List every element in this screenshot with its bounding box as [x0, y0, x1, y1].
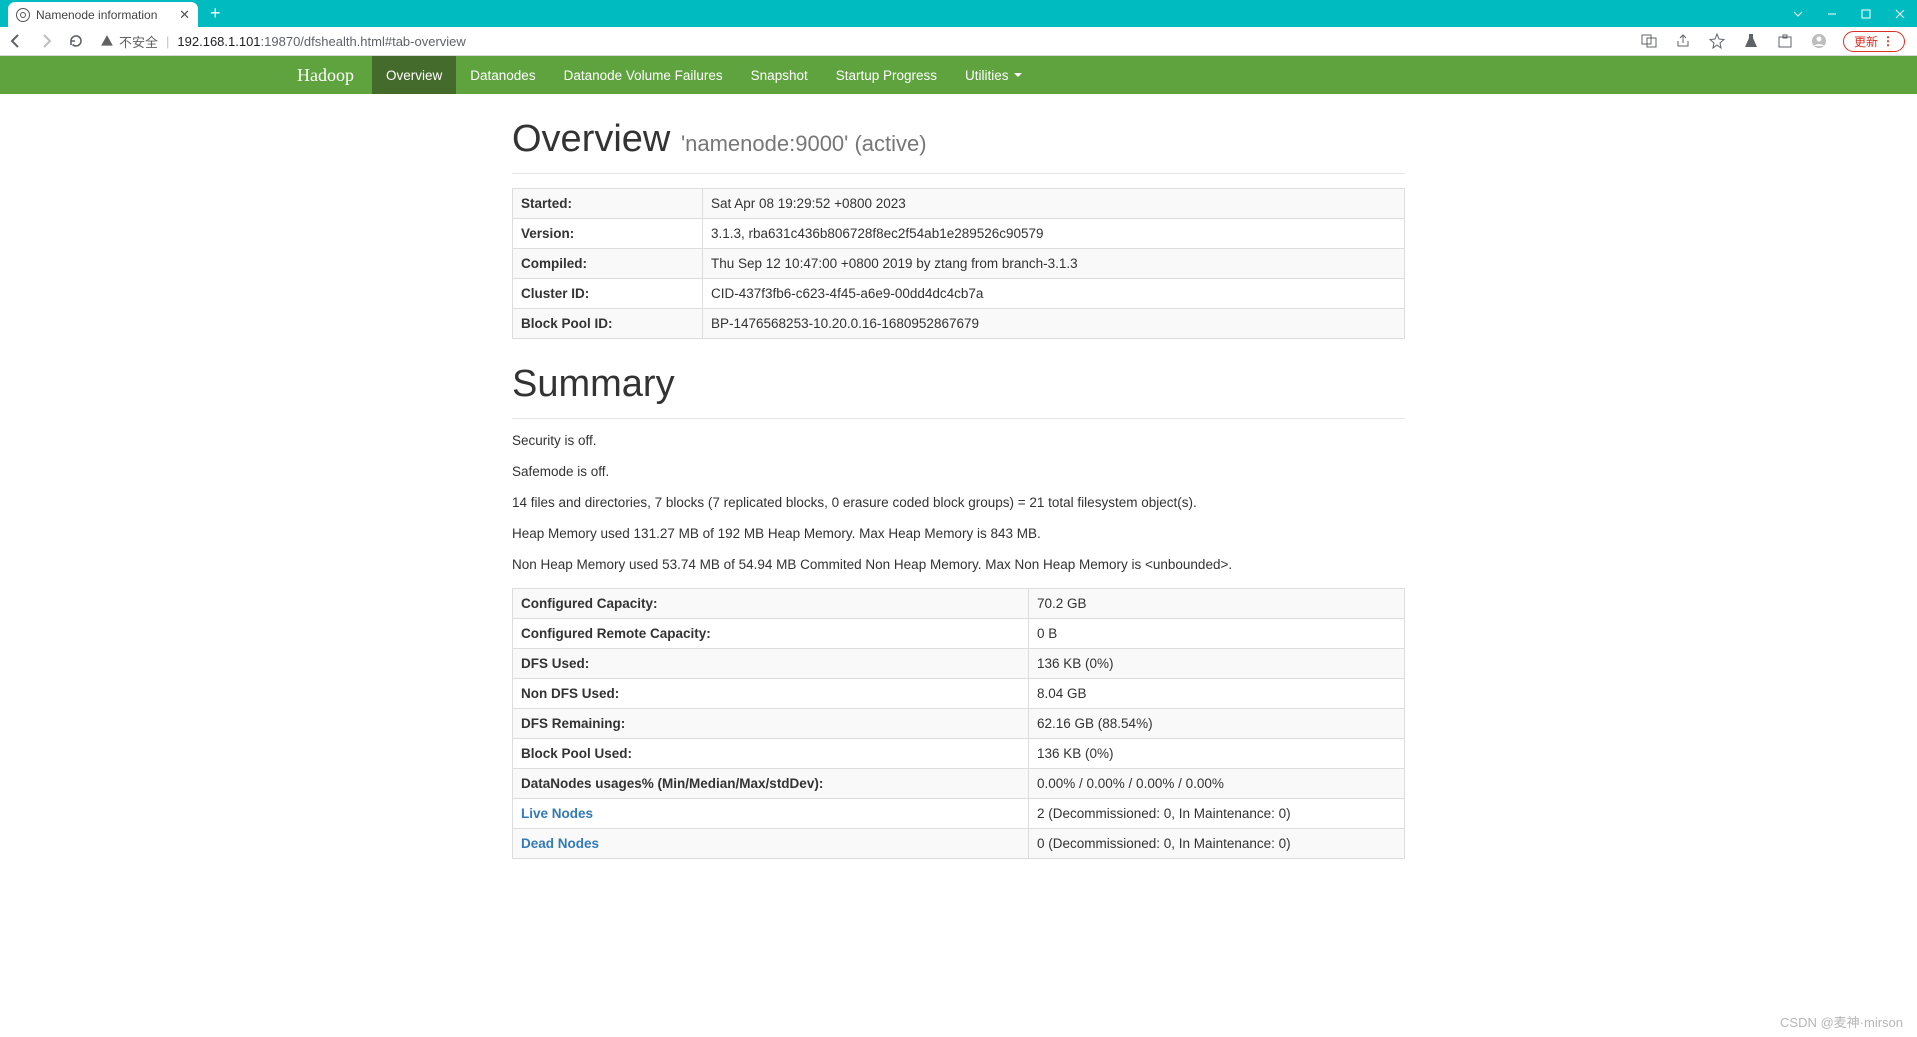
update-button[interactable]: 更新⋮ — [1843, 31, 1905, 52]
page-viewport[interactable]: Hadoop OverviewDatanodesDatanode Volume … — [0, 56, 1917, 1037]
table-row: Block Pool Used:136 KB (0%) — [513, 739, 1405, 769]
table-row: Dead Nodes 0 (Decommissioned: 0, In Maint… — [513, 829, 1405, 859]
table-row: Started:Sat Apr 08 19:29:52 +0800 2023 — [513, 189, 1405, 219]
table-row: Cluster ID:CID-437f3fb6-c623-4f45-a6e9-0… — [513, 279, 1405, 309]
nav-item-datanode-volume-failures[interactable]: Datanode Volume Failures — [550, 56, 737, 94]
row-label: Configured Remote Capacity: — [513, 619, 1029, 649]
divider — [512, 418, 1405, 419]
row-value: Thu Sep 12 10:47:00 +0800 2019 by ztang … — [703, 249, 1405, 279]
link-live-nodes[interactable]: Live Nodes — [521, 806, 593, 821]
page-subtitle: 'namenode:9000' (active) — [681, 131, 927, 156]
nav-item-utilities[interactable]: Utilities — [951, 56, 1036, 94]
table-row: Block Pool ID:BP-1476568253-10.20.0.16-1… — [513, 309, 1405, 339]
summary-table: Configured Capacity:70.2 GBConfigured Re… — [512, 588, 1405, 859]
row-value: 2 (Decommissioned: 0, In Maintenance: 0) — [1029, 799, 1405, 829]
row-value: 0 (Decommissioned: 0, In Maintenance: 0) — [1029, 829, 1405, 859]
flask-icon[interactable] — [1741, 31, 1761, 51]
page-title: Overview 'namenode:9000' (active) — [512, 118, 1405, 161]
table-row: Version:3.1.3, rba631c436b806728f8ec2f54… — [513, 219, 1405, 249]
address-bar[interactable]: 不安全 | 192.168.1.101:19870/dfshealth.html… — [96, 32, 1629, 51]
insecure-label: 不安全 — [119, 32, 158, 51]
nav-item-snapshot[interactable]: Snapshot — [737, 56, 822, 94]
nav-item-startup-progress[interactable]: Startup Progress — [822, 56, 951, 94]
table-row: Non DFS Used:8.04 GB — [513, 679, 1405, 709]
table-row: DataNodes usages% (Min/Median/Max/stdDev… — [513, 769, 1405, 799]
watermark: CSDN @麦神·mirson — [1780, 1012, 1903, 1031]
divider — [512, 173, 1405, 174]
browser-tab[interactable]: Namenode information ✕ — [8, 2, 198, 27]
link-dead-nodes[interactable]: Dead Nodes — [521, 836, 599, 851]
url-text: 192.168.1.101:19870/dfshealth.html#tab-o… — [177, 34, 465, 49]
row-label: Block Pool Used: — [513, 739, 1029, 769]
summary-line: Safemode is off. — [512, 464, 1405, 479]
table-row: DFS Remaining:62.16 GB (88.54%) — [513, 709, 1405, 739]
row-value: BP-1476568253-10.20.0.16-1680952867679 — [703, 309, 1405, 339]
close-window-button[interactable] — [1883, 0, 1917, 27]
translate-icon[interactable] — [1639, 31, 1659, 51]
row-value: 8.04 GB — [1029, 679, 1405, 709]
table-row: Compiled:Thu Sep 12 10:47:00 +0800 2019 … — [513, 249, 1405, 279]
chevron-down-icon — [1014, 73, 1022, 77]
row-value: Sat Apr 08 19:29:52 +0800 2023 — [703, 189, 1405, 219]
main-nav: Hadoop OverviewDatanodesDatanode Volume … — [0, 56, 1917, 94]
maximize-button[interactable] — [1849, 0, 1883, 27]
browser-tabstrip: Namenode information ✕ + — [0, 0, 1917, 27]
row-value: 70.2 GB — [1029, 589, 1405, 619]
row-value: 62.16 GB (88.54%) — [1029, 709, 1405, 739]
row-label: Block Pool ID: — [513, 309, 703, 339]
row-label: Live Nodes — [513, 799, 1029, 829]
row-label: DFS Used: — [513, 649, 1029, 679]
chevron-down-icon[interactable] — [1781, 0, 1815, 27]
row-label: Version: — [513, 219, 703, 249]
row-value: 136 KB (0%) — [1029, 649, 1405, 679]
window-controls — [1781, 0, 1917, 27]
summary-line: Non Heap Memory used 53.74 MB of 54.94 M… — [512, 557, 1405, 572]
minimize-button[interactable] — [1815, 0, 1849, 27]
row-label: Non DFS Used: — [513, 679, 1029, 709]
extensions-icon[interactable] — [1775, 31, 1795, 51]
tab-title: Namenode information — [36, 8, 173, 22]
summary-line: Heap Memory used 131.27 MB of 192 MB Hea… — [512, 526, 1405, 541]
table-row: DFS Used:136 KB (0%) — [513, 649, 1405, 679]
globe-icon — [16, 8, 30, 22]
row-value: CID-437f3fb6-c623-4f45-a6e9-00dd4dc4cb7a — [703, 279, 1405, 309]
row-label: Dead Nodes — [513, 829, 1029, 859]
forward-button[interactable] — [36, 31, 56, 51]
new-tab-button[interactable]: + — [210, 3, 221, 24]
row-value: 3.1.3, rba631c436b806728f8ec2f54ab1e2895… — [703, 219, 1405, 249]
nav-item-overview[interactable]: Overview — [372, 56, 456, 94]
row-value: 0 B — [1029, 619, 1405, 649]
row-label: Cluster ID: — [513, 279, 703, 309]
summary-line: 14 files and directories, 7 blocks (7 re… — [512, 495, 1405, 510]
table-row: Live Nodes 2 (Decommissioned: 0, In Maint… — [513, 799, 1405, 829]
overview-table: Started:Sat Apr 08 19:29:52 +0800 2023Ve… — [512, 188, 1405, 339]
reload-button[interactable] — [66, 31, 86, 51]
row-label: Compiled: — [513, 249, 703, 279]
table-row: Configured Capacity:70.2 GB — [513, 589, 1405, 619]
profile-icon[interactable] — [1809, 31, 1829, 51]
back-button[interactable] — [6, 31, 26, 51]
row-value: 0.00% / 0.00% / 0.00% / 0.00% — [1029, 769, 1405, 799]
brand-label[interactable]: Hadoop — [297, 56, 372, 94]
row-label: DataNodes usages% (Min/Median/Max/stdDev… — [513, 769, 1029, 799]
row-label: DFS Remaining: — [513, 709, 1029, 739]
table-row: Configured Remote Capacity:0 B — [513, 619, 1405, 649]
bookmark-star-icon[interactable] — [1707, 31, 1727, 51]
share-icon[interactable] — [1673, 31, 1693, 51]
insecure-badge[interactable]: 不安全 — [100, 32, 158, 51]
row-value: 136 KB (0%) — [1029, 739, 1405, 769]
summary-heading: Summary — [512, 363, 1405, 406]
row-label: Configured Capacity: — [513, 589, 1029, 619]
nav-item-datanodes[interactable]: Datanodes — [456, 56, 549, 94]
close-icon[interactable]: ✕ — [179, 7, 190, 23]
summary-line: Security is off. — [512, 433, 1405, 448]
row-label: Started: — [513, 189, 703, 219]
browser-toolbar: 不安全 | 192.168.1.101:19870/dfshealth.html… — [0, 27, 1917, 56]
